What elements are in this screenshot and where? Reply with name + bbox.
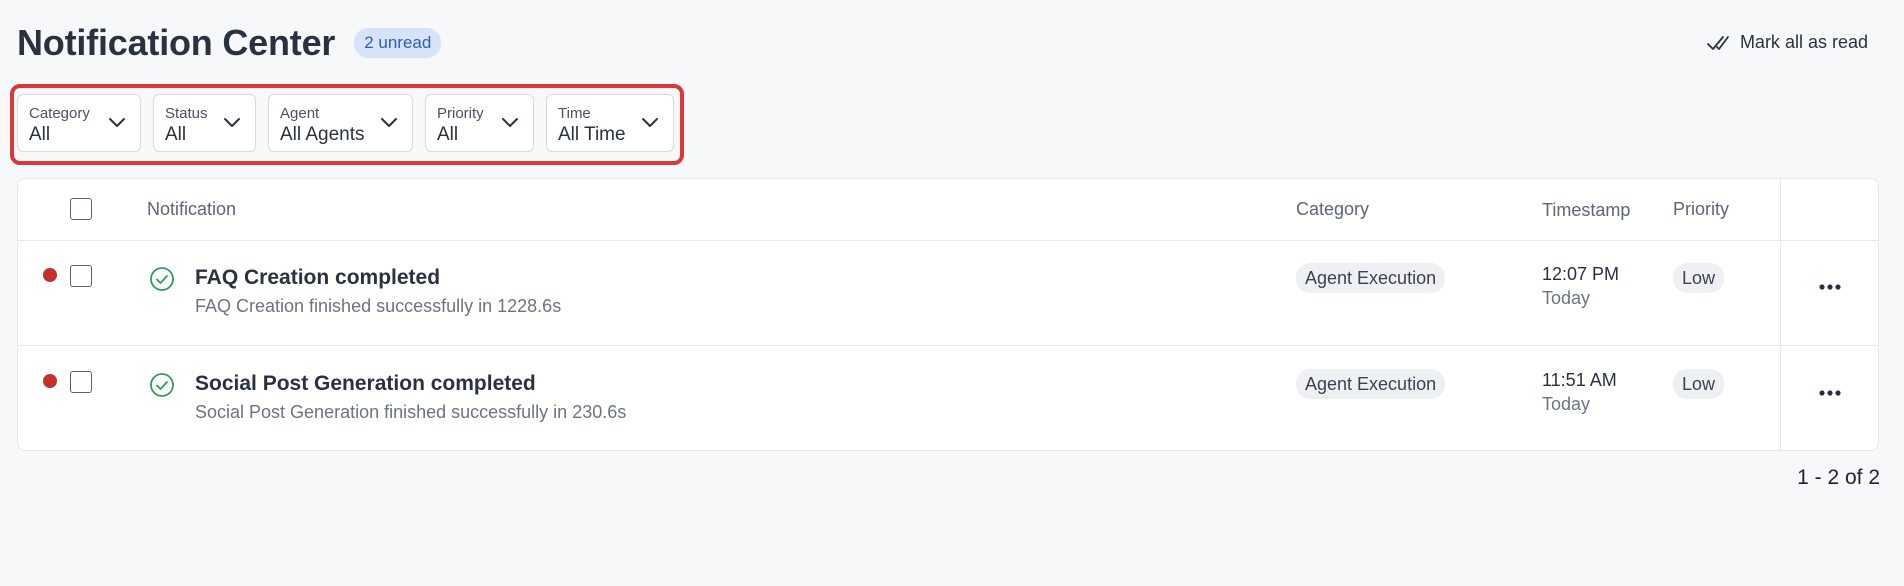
filter-value: All [29, 124, 51, 145]
chevron-down-icon [642, 118, 658, 127]
priority-badge: Low [1673, 369, 1725, 399]
priority-filter-select[interactable]: Priority All [425, 94, 534, 152]
more-options-icon[interactable] [1818, 389, 1842, 397]
chevron-down-icon [224, 118, 240, 127]
filter-label: Status [165, 105, 208, 122]
header-divider [18, 240, 1878, 241]
notifications-table: Notification Category Timestamp Priority… [17, 178, 1879, 451]
timestamp-day: Today [1542, 288, 1591, 308]
category-badge: Agent Execution [1296, 369, 1446, 399]
column-header-category[interactable]: Category [1296, 199, 1369, 220]
check-circle-icon [150, 373, 174, 397]
filter-label: Time [558, 105, 591, 122]
notification-title[interactable]: FAQ Creation completed [195, 266, 440, 290]
filter-value: All [165, 124, 187, 145]
actions-column-divider [1780, 179, 1781, 450]
timestamp-day: Today [1542, 394, 1591, 414]
status-filter-select[interactable]: Status All [153, 94, 256, 152]
filter-label: Category [29, 105, 90, 122]
filter-label: Priority [437, 105, 484, 122]
row-select-checkbox[interactable] [70, 371, 92, 393]
check-circle-icon [150, 267, 174, 291]
priority-badge: Low [1673, 263, 1725, 293]
more-options-icon[interactable] [1818, 283, 1842, 291]
column-header-notification[interactable]: Notification [147, 199, 236, 220]
column-header-priority[interactable]: Priority [1673, 199, 1729, 220]
filter-bar: Category All Status All Agent All Agents… [17, 94, 674, 152]
agent-filter-select[interactable]: Agent All Agents [268, 94, 413, 152]
column-header-timestamp[interactable]: Timestamp [1542, 200, 1630, 221]
unread-count-badge: 2 unread [354, 28, 442, 58]
mark-all-read-button[interactable]: Mark all as read [1706, 32, 1868, 53]
row-select-checkbox[interactable] [70, 265, 92, 287]
chevron-down-icon [502, 118, 518, 127]
category-filter-select[interactable]: Category All [17, 94, 141, 152]
notification-description: FAQ Creation finished successfully in 12… [195, 296, 562, 316]
filter-value: All Agents [280, 124, 365, 145]
page-header: Notification Center 2 unread [17, 22, 442, 64]
timestamp-time: 11:51 AM [1542, 370, 1617, 390]
chevron-down-icon [109, 118, 125, 127]
category-badge: Agent Execution [1296, 263, 1446, 293]
unread-indicator-dot [43, 374, 57, 388]
filter-label: Agent [280, 105, 320, 122]
notification-description: Social Post Generation finished successf… [195, 402, 627, 422]
filter-value: All Time [558, 124, 626, 145]
page-title: Notification Center [17, 22, 336, 63]
select-all-checkbox[interactable] [70, 198, 92, 220]
time-filter-select[interactable]: Time All Time [546, 94, 674, 152]
chevron-down-icon [381, 118, 397, 127]
mark-all-read-label: Mark all as read [1739, 32, 1868, 52]
unread-indicator-dot [43, 268, 57, 282]
filter-value: All [437, 124, 459, 145]
notification-title[interactable]: Social Post Generation completed [195, 372, 536, 396]
pagination-range: 1 - 2 of 2 [1797, 466, 1880, 489]
timestamp-time: 12:07 PM [1542, 264, 1620, 284]
double-check-icon [1707, 35, 1729, 50]
row-divider [18, 345, 1878, 346]
